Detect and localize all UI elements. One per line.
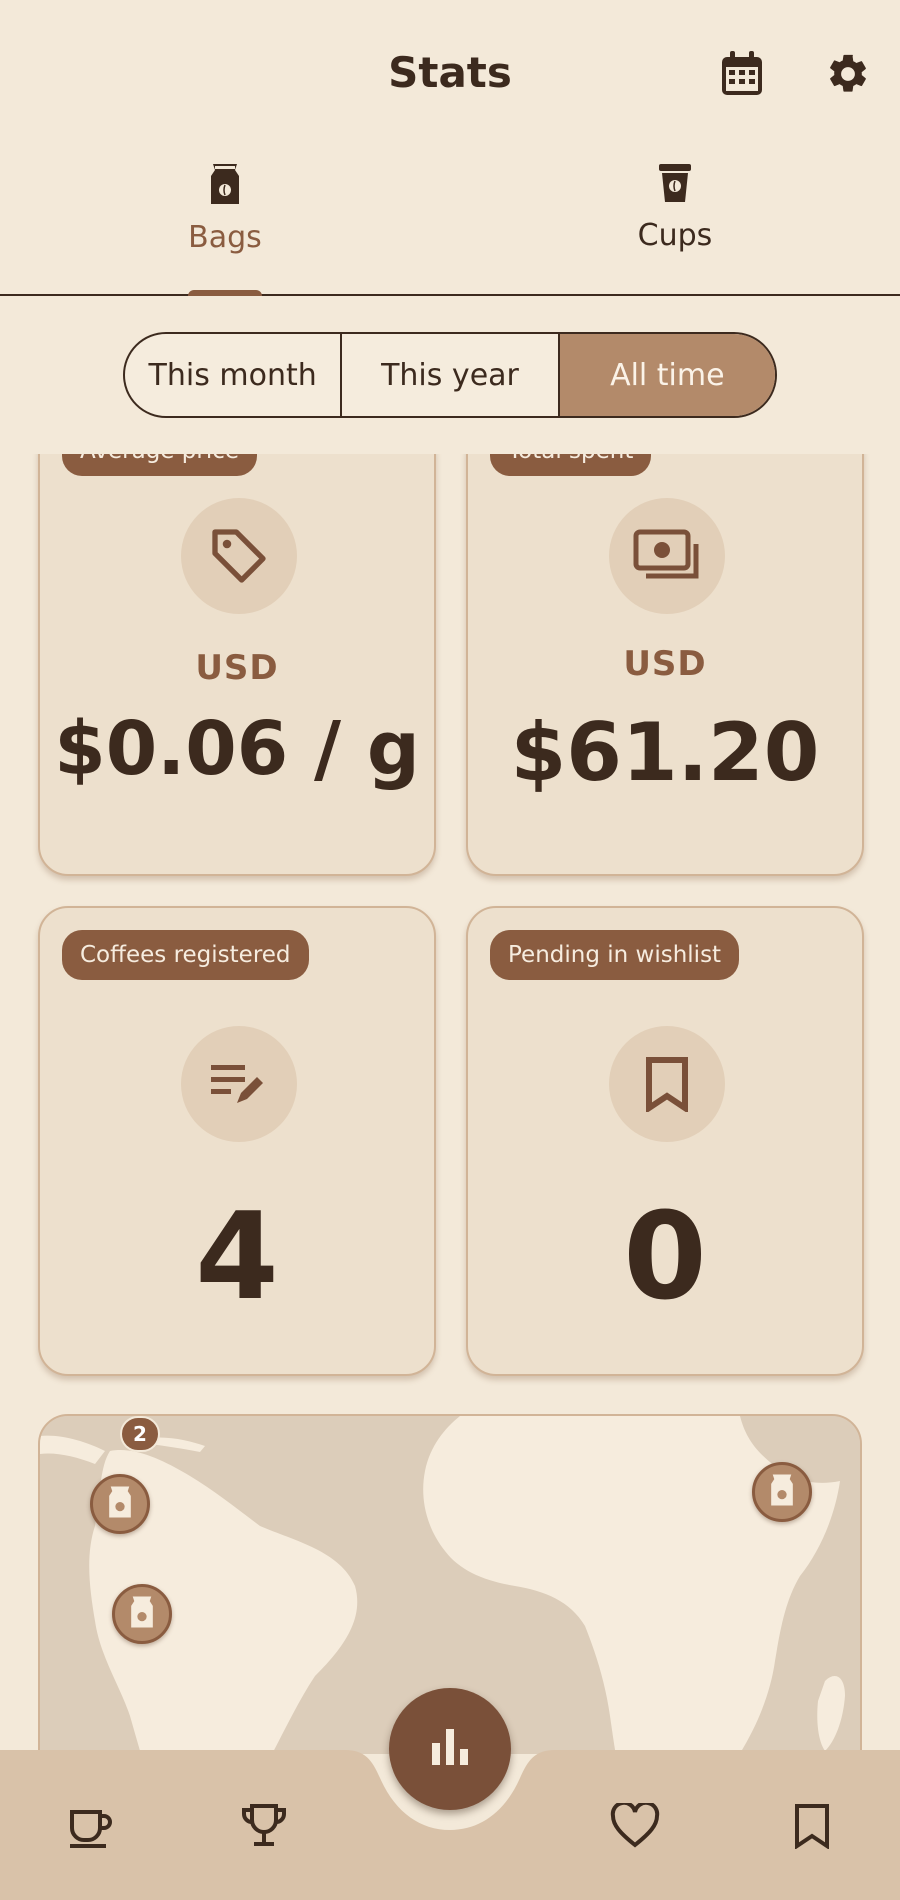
currency-label: USD: [195, 648, 279, 688]
edit-list-icon: [181, 1026, 297, 1142]
nav-coffee-cup-icon[interactable]: [64, 1800, 116, 1852]
stats-content[interactable]: Average price USD $0.06 / g Total spent …: [0, 454, 900, 1754]
tab-indicator: [188, 290, 262, 296]
coffee-cup-icon: [657, 162, 693, 208]
average-price-value: $0.06 / g: [54, 706, 420, 792]
card-chip: Coffees registered: [62, 930, 309, 980]
period-all-time[interactable]: All time: [559, 334, 775, 416]
card-chip: Average price: [62, 454, 258, 476]
coffee-bag-icon: [769, 1473, 795, 1511]
period-this-month[interactable]: This month: [125, 334, 343, 416]
map-pin[interactable]: [752, 1462, 812, 1522]
header: Stats: [0, 0, 900, 150]
tab-label: Bags: [188, 220, 262, 255]
period-this-year[interactable]: This year: [342, 334, 560, 416]
currency-label: USD: [623, 644, 707, 684]
gear-icon[interactable]: [822, 48, 874, 100]
nav-trophy-icon[interactable]: [238, 1800, 290, 1852]
wishlist-value: 0: [623, 1188, 707, 1327]
map-cluster-badge: 2: [120, 1416, 160, 1452]
bookmark-icon: [609, 1026, 725, 1142]
nav-bookmark-icon[interactable]: [786, 1800, 838, 1852]
nav-heart-icon[interactable]: [609, 1800, 661, 1852]
coffee-bag-icon: [129, 1595, 155, 1633]
coffees-registered-value: 4: [195, 1188, 279, 1327]
card-chip: Pending in wishlist: [490, 930, 740, 980]
period-selector: This month This year All time: [123, 332, 777, 418]
coffees-registered-card: Coffees registered 4: [38, 906, 436, 1376]
total-spent-card: Total spent USD $61.20: [466, 454, 864, 876]
nav-stats-button[interactable]: [389, 1688, 511, 1810]
stats-icon: [430, 1729, 470, 1769]
money-icon: [609, 498, 725, 614]
price-tag-icon: [181, 498, 297, 614]
tab-cups[interactable]: Cups: [450, 162, 900, 282]
map-pin[interactable]: [112, 1584, 172, 1644]
total-spent-value: $61.20: [510, 706, 820, 799]
tab-bags[interactable]: Bags: [0, 162, 450, 282]
coffee-bag-icon: [107, 1485, 133, 1523]
card-chip: Total spent: [490, 454, 652, 476]
average-price-card: Average price USD $0.06 / g: [38, 454, 436, 876]
coffee-bag-icon: [209, 162, 241, 210]
tab-label: Cups: [637, 218, 713, 253]
calendar-icon[interactable]: [716, 48, 768, 100]
tab-bar: Bags Cups: [0, 150, 900, 296]
map-pin[interactable]: [90, 1474, 150, 1534]
wishlist-card: Pending in wishlist 0: [466, 906, 864, 1376]
